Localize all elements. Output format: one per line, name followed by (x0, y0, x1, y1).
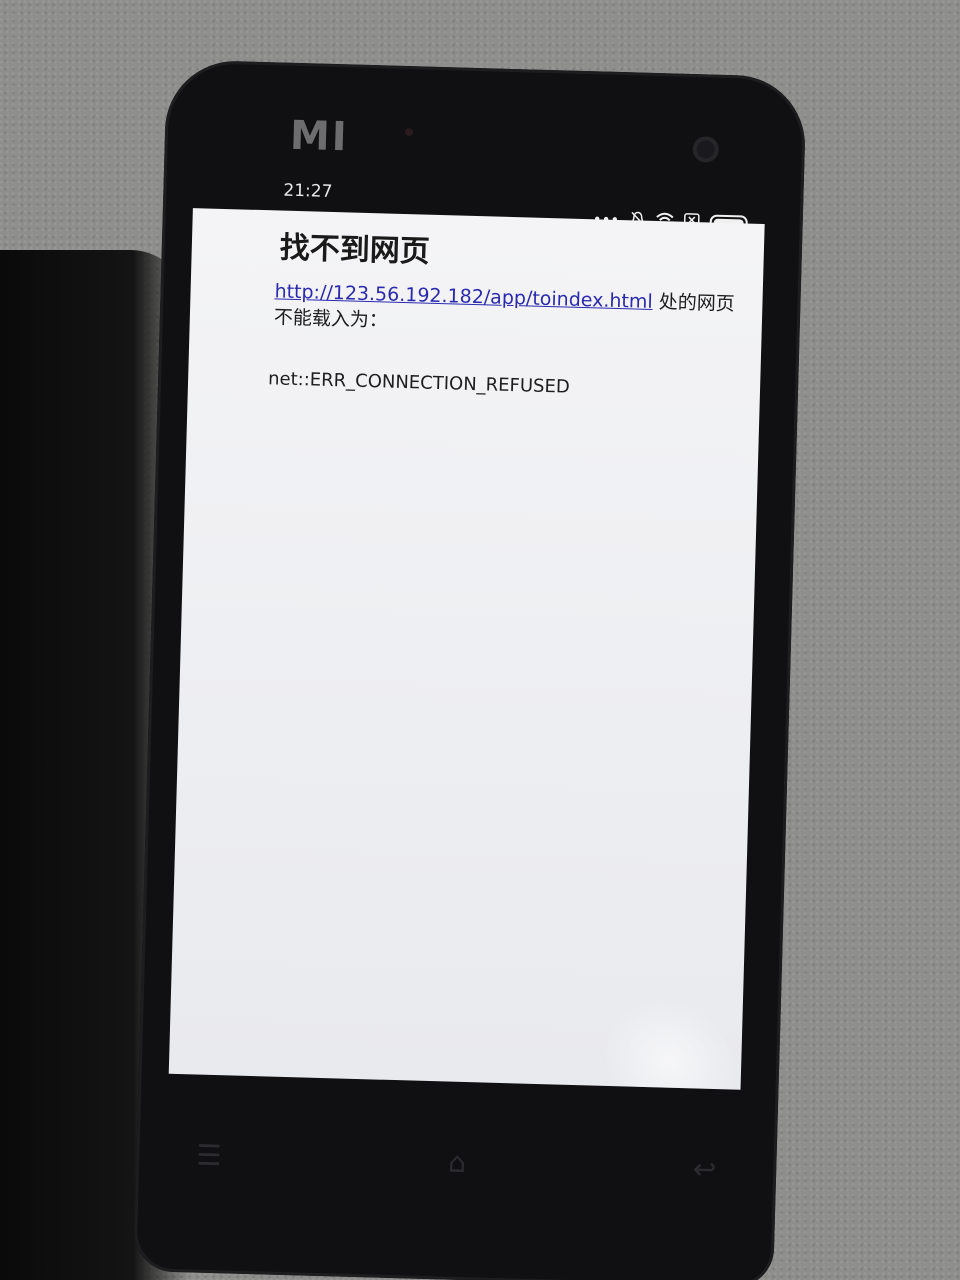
home-icon[interactable]: ⌂ (448, 1146, 467, 1179)
browser-screen: 找不到网页 http://123.56.192.182/app/toindex.… (168, 208, 765, 1090)
page-title: 找不到网页 (279, 230, 431, 270)
status-time: 21:27 (283, 180, 333, 202)
error-message: http://123.56.192.182/app/toindex.html 处… (274, 278, 745, 343)
nav-bar: ☰ ⌂ ↩ (196, 1139, 717, 1187)
sensor-dot (404, 127, 414, 137)
phone-device: MI 21:27 ••• 找不到网页 http://123.56.192.182… (133, 59, 807, 1280)
front-camera (692, 136, 720, 163)
back-icon[interactable]: ↩ (692, 1152, 716, 1186)
error-code: net::ERR_CONNECTION_REFUSED (267, 368, 571, 398)
brand-logo: MI (289, 112, 350, 161)
screen-glare (577, 971, 762, 1090)
menu-icon[interactable]: ☰ (196, 1139, 222, 1173)
